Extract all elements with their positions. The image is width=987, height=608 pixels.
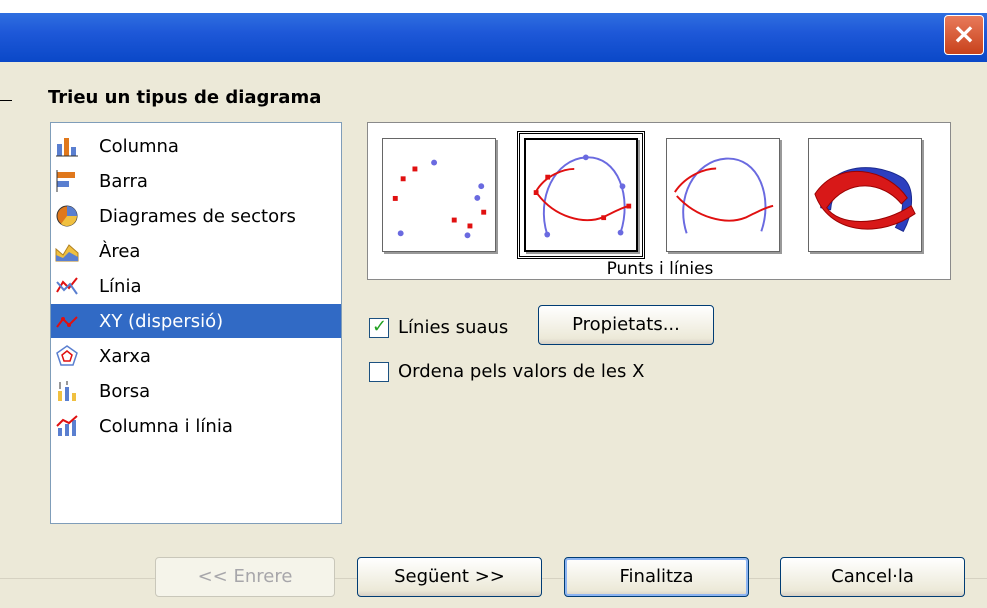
finish-button[interactable]: Finalitza (564, 557, 749, 597)
chart-type-item-stock[interactable]: Borsa (51, 374, 341, 408)
variant-points-and-lines[interactable] (517, 131, 645, 259)
line-chart-icon (56, 277, 78, 295)
chart-type-item-bar[interactable]: Barra (51, 164, 341, 198)
chart-type-label: Línia (99, 276, 142, 297)
chart-type-label: Columna i línia (99, 416, 233, 437)
variant-points-only[interactable] (382, 138, 496, 252)
chart-type-label: Xarxa (99, 346, 151, 367)
chart-type-label: Barra (99, 171, 148, 192)
lines-only-preview (674, 157, 774, 234)
chart-type-item-line[interactable]: Línia (51, 269, 341, 303)
pie-chart-icon (56, 205, 78, 227)
chart-type-item-area[interactable]: Àrea (51, 234, 341, 268)
area-chart-icon (55, 244, 79, 262)
points-and-lines-preview (533, 154, 632, 238)
properties-button[interactable]: Propietats... (538, 305, 714, 345)
variant-3d-lines[interactable] (808, 138, 922, 252)
column-chart-icon (56, 138, 78, 157)
smooth-lines-label: Línies suaus (398, 317, 509, 338)
title-bar: × (0, 0, 987, 62)
chart-type-label: Diagrames de sectors (99, 206, 296, 227)
title-bar-strip (0, 13, 987, 62)
sort-by-x-label: Ordena pels valors de les X (398, 361, 645, 382)
chart-type-item-xy-scatter[interactable]: XY (dispersió) (51, 304, 341, 338)
column-line-chart-icon (56, 415, 78, 436)
variant-caption: Punts i línies (606, 259, 714, 279)
net-chart-icon (56, 345, 78, 366)
points-only-preview (392, 159, 487, 239)
chart-type-item-pie[interactable]: Diagrames de sectors (51, 199, 341, 233)
chart-variant-panel: Punts i línies (367, 122, 951, 280)
stock-chart-icon (58, 381, 76, 401)
left-edge-mark (0, 100, 12, 101)
chart-type-label: Àrea (99, 241, 141, 262)
back-button[interactable]: << Enrere (155, 557, 335, 597)
variant-lines-only[interactable] (666, 138, 780, 252)
bar-chart-icon (56, 170, 75, 192)
xy-scatter-icon (56, 316, 78, 328)
chart-type-item-net[interactable]: Xarxa (51, 339, 341, 373)
check-icon: ✓ (372, 316, 388, 337)
chart-type-label: Columna (99, 136, 179, 157)
smooth-lines-checkbox[interactable]: ✓ (369, 316, 389, 338)
close-icon: × (952, 17, 976, 50)
chart-type-list[interactable]: Columna Barra Diagrames de sectors Àrea … (50, 122, 342, 524)
3d-lines-preview (814, 167, 916, 232)
chart-type-item-column[interactable]: Columna (51, 129, 341, 163)
chart-type-label: Borsa (99, 381, 151, 402)
section-heading: Trieu un tipus de diagrama (48, 87, 322, 108)
close-button[interactable]: × (944, 15, 984, 55)
chart-type-label: XY (dispersió) (99, 311, 224, 332)
chart-type-item-column-line[interactable]: Columna i línia (51, 409, 341, 443)
sort-by-x-checkbox[interactable] (369, 362, 389, 382)
next-button[interactable]: Següent >> (357, 557, 542, 597)
cancel-button[interactable]: Cancel·la (780, 557, 965, 597)
